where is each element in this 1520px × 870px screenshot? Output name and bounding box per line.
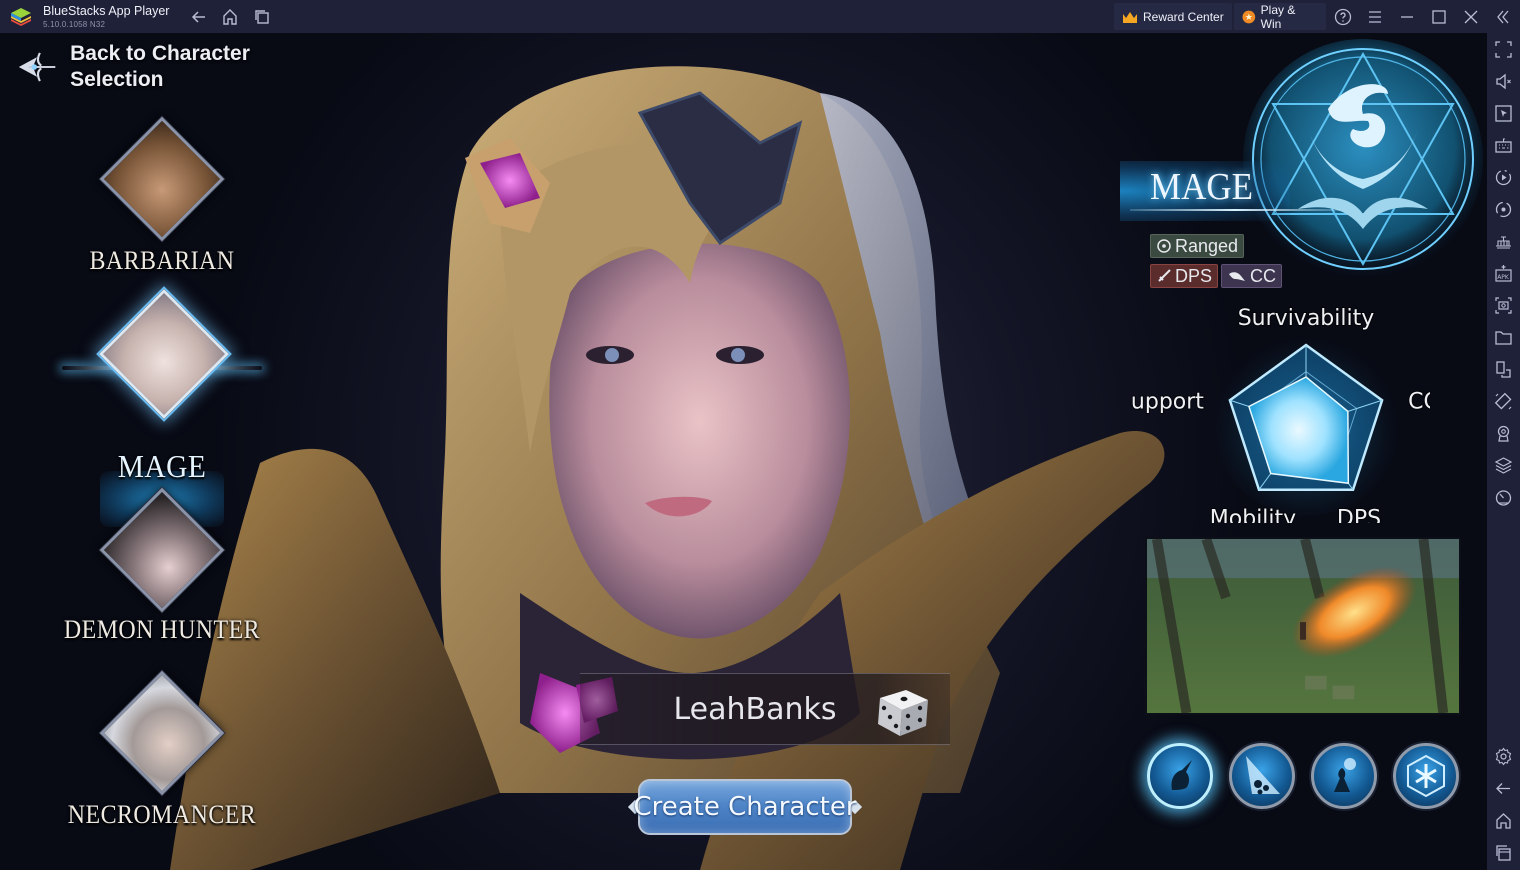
layers-icon[interactable] (1494, 456, 1513, 475)
class-attributes-radar-chart: Survivability CC DPS Mobility Support (1130, 305, 1430, 523)
summon-skill-icon (1334, 758, 1356, 792)
fullscreen-icon[interactable] (1494, 40, 1513, 59)
barbarian-portrait (99, 116, 225, 242)
skill-preview-video[interactable] (1145, 537, 1461, 715)
folder-icon[interactable] (1494, 328, 1513, 347)
title-bar: BlueStacks App Player 5.10.0.1058 N32 Re… (0, 0, 1520, 33)
location-icon[interactable] (1494, 424, 1513, 443)
recent-apps-icon[interactable] (1494, 843, 1513, 862)
game-viewport: Back to Character Selection BARBARIAN MA… (0, 33, 1487, 870)
close-icon[interactable] (1461, 7, 1481, 27)
skill-button-4[interactable] (1393, 743, 1459, 809)
class-label: NECROMANCER (67, 800, 257, 829)
tag-label: Ranged (1175, 235, 1239, 256)
menu-icon[interactable] (1365, 7, 1385, 27)
unicorn-skill-icon (1171, 760, 1192, 790)
minimize-icon[interactable] (1397, 7, 1417, 27)
mage-portrait (98, 288, 230, 420)
play-and-win-button[interactable]: Play & Win (1234, 2, 1326, 31)
skill-button-2[interactable] (1229, 743, 1295, 809)
volume-mute-icon[interactable] (1494, 72, 1513, 91)
tag-label: DPS (1175, 265, 1213, 286)
back-to-character-selection-button[interactable]: Back to Character Selection (16, 39, 266, 95)
play-win-badge-icon (1242, 10, 1256, 23)
help-icon[interactable] (1333, 7, 1353, 27)
skill-button-1[interactable] (1147, 743, 1213, 809)
radar-axis-label-dps: DPS (1337, 507, 1381, 523)
build-apk-icon[interactable] (1494, 232, 1513, 251)
back-label: Back to Character Selection (70, 42, 250, 91)
create-character-label: Create Character (633, 792, 857, 822)
keyboard-icon[interactable] (1494, 136, 1513, 155)
tag-cc: CC (1221, 264, 1282, 288)
tag-label: CC (1250, 265, 1276, 286)
performance-icon[interactable] (1494, 488, 1513, 507)
reward-center-label: Reward Center (1143, 9, 1224, 24)
tag-dps: DPS (1150, 264, 1219, 288)
maximize-icon[interactable] (1429, 7, 1449, 27)
skill-button-3[interactable] (1311, 743, 1377, 809)
crown-icon (1123, 11, 1137, 23)
macro-record-icon[interactable] (1494, 168, 1513, 187)
class-option-necromancer[interactable]: NECROMANCER (52, 670, 272, 836)
bluestacks-sidebar: APK (1487, 33, 1520, 870)
character-name-row (580, 673, 950, 745)
play-and-win-label: Play & Win (1260, 2, 1296, 31)
class-label: MAGE (117, 448, 207, 484)
selected-class-title: MAGE (1150, 166, 1253, 208)
pointer-icon[interactable] (1494, 104, 1513, 123)
class-title-underline (1130, 209, 1340, 211)
meteor-skill-icon (1246, 756, 1280, 795)
svg-text:APK: APK (1497, 274, 1510, 281)
class-label: DEMON HUNTER (63, 615, 261, 644)
sync-icon[interactable] (1494, 200, 1513, 219)
back-arrow-icon[interactable] (189, 7, 209, 27)
radar-axis-label-cc: CC (1408, 389, 1430, 414)
home-icon[interactable] (1494, 811, 1513, 830)
collapse-sidebar-icon[interactable] (1493, 7, 1513, 27)
class-option-barbarian[interactable]: BARBARIAN (52, 116, 272, 283)
radar-axis-label-support: Support (1130, 389, 1204, 414)
multi-instance-icon[interactable] (1494, 360, 1513, 379)
install-apk-icon[interactable]: APK (1494, 264, 1513, 283)
sword-icon (1158, 269, 1171, 282)
class-option-demon-hunter[interactable]: DEMON HUNTER (52, 487, 272, 653)
demon-hunter-portrait (99, 487, 225, 613)
create-character-button[interactable]: Create Character (627, 779, 863, 835)
tag-ranged: Ranged (1150, 234, 1245, 258)
radar-axis-label-mobility: Mobility (1210, 507, 1296, 523)
necromancer-portrait (99, 670, 225, 796)
class-label: BARBARIAN (89, 246, 235, 275)
ornate-back-arrow-icon (18, 52, 56, 82)
dice-icon[interactable] (872, 684, 934, 740)
bluestacks-logo-icon (11, 8, 31, 26)
character-name-input[interactable] (640, 688, 870, 730)
rotate-icon[interactable] (1494, 392, 1513, 411)
radar-axis-label-survivability: Survivability (1238, 306, 1375, 331)
reward-center-button[interactable]: Reward Center (1114, 3, 1232, 30)
class-option-mage[interactable]: MAGE (52, 288, 272, 495)
back-icon[interactable] (1494, 779, 1513, 798)
frost-skill-icon (1407, 754, 1445, 798)
crosshair-icon (1157, 239, 1171, 253)
home-icon[interactable] (220, 7, 240, 27)
recent-apps-icon[interactable] (252, 7, 272, 27)
settings-icon[interactable] (1494, 747, 1513, 766)
grab-hand-icon (1229, 272, 1245, 281)
app-version: 5.10.0.1058 N32 (43, 20, 106, 29)
app-title: BlueStacks App Player (43, 4, 170, 18)
screenshot-icon[interactable] (1494, 296, 1513, 315)
